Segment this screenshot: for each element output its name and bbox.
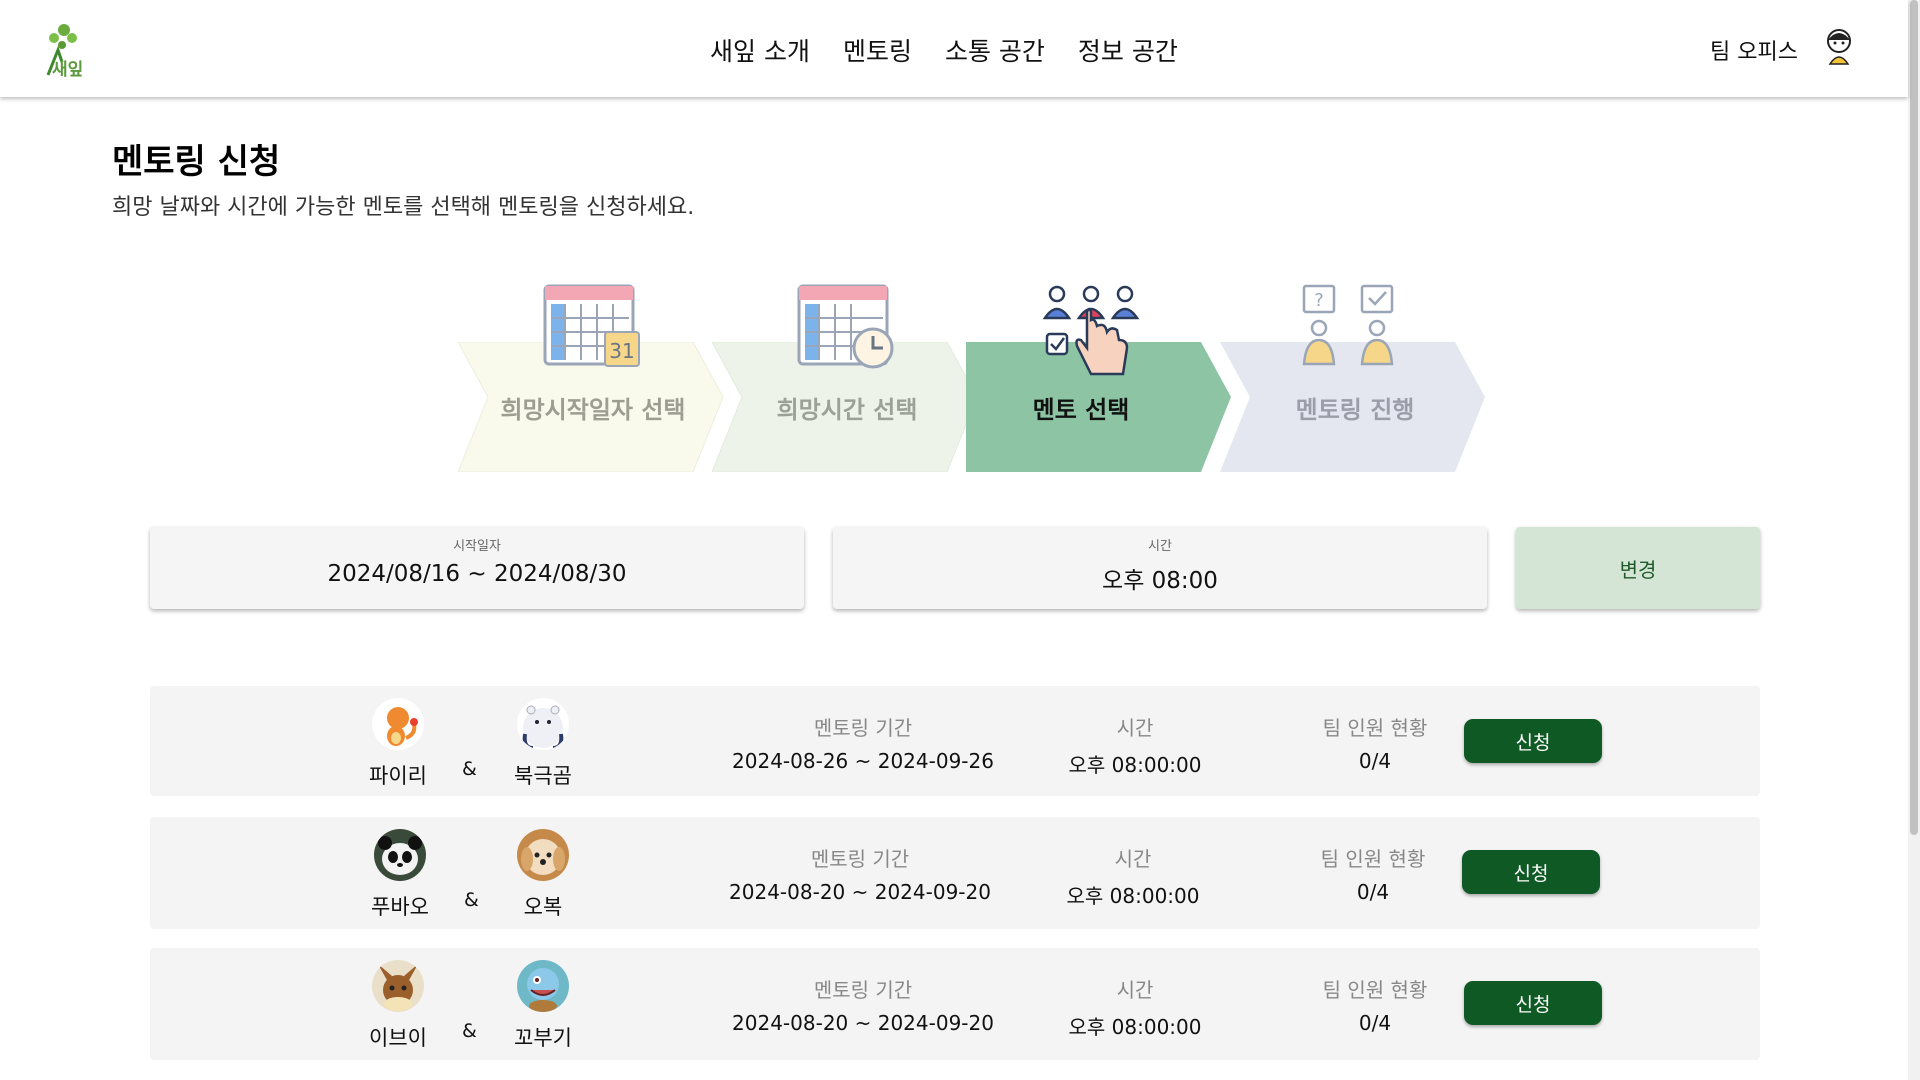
logo-text: 새잎 — [52, 60, 84, 80]
start-date-value: 2024/08/16 ~ 2024/08/30 — [327, 561, 627, 587]
time-label: 시간 — [1148, 539, 1172, 554]
mentor-avatar — [372, 960, 424, 1012]
top-header: 새잎 새잎 소개 멘토링 소통 공간 정보 공간 팀 오피스 — [0, 0, 1908, 97]
time-value: 오후 08:00:00 — [1068, 753, 1202, 777]
step-preferred-time: 희망시간 선택 — [712, 284, 977, 472]
step-select-mentor: 멘토 선택 — [966, 285, 1231, 472]
nav-mentoring[interactable]: 멘토링 — [843, 32, 912, 68]
mentor-name: 북극곰 — [514, 764, 572, 788]
main-nav: 새잎 소개 멘토링 소통 공간 정보 공간 — [710, 32, 1178, 68]
step-label: 멘토링 진행 — [1295, 396, 1415, 424]
period-value: 2024-08-20 ~ 2024-09-20 — [729, 880, 991, 904]
mentor-card[interactable]: 이브이 — [358, 960, 438, 1052]
time-header: 시간 — [1116, 716, 1154, 740]
nav-info[interactable]: 정보 공간 — [1078, 32, 1178, 68]
mentor-name: 오복 — [523, 895, 563, 919]
period-header: 멘토링 기간 — [813, 978, 913, 1002]
team-column: 팀 인원 현황 0/4 — [1300, 974, 1450, 1035]
mentor-card[interactable]: 북극곰 — [503, 698, 583, 790]
mentor-name: 푸바오 — [371, 895, 429, 919]
team-header: 팀 인원 현황 — [1320, 847, 1426, 871]
step-label: 희망시간 선택 — [776, 396, 918, 424]
svg-text:?: ? — [1314, 290, 1324, 311]
team-column: 팀 인원 현황 0/4 — [1300, 712, 1450, 773]
step-progress: 희망시작일자 선택 31 희망시간 선택 멘토 선택 멘토링 진행 ? — [458, 270, 1488, 485]
mentor-avatar — [517, 960, 569, 1012]
period-column: 멘토링 기간 2024-08-26 ~ 2024-09-26 — [713, 712, 1013, 773]
mentor-card[interactable]: 꼬부기 — [503, 960, 583, 1052]
mentor-card[interactable]: 오복 — [503, 829, 583, 921]
apply-button[interactable]: 신청 — [1464, 719, 1602, 763]
mentor-avatar — [372, 698, 424, 750]
page-title: 멘토링 신청 — [112, 142, 281, 182]
step-label: 희망시작일자 선택 — [500, 396, 686, 424]
step-label: 멘토 선택 — [1032, 396, 1130, 424]
start-date-label: 시작일자 — [453, 539, 501, 554]
time-header: 시간 — [1114, 847, 1152, 871]
team-column: 팀 인원 현황 0/4 — [1298, 843, 1448, 904]
page-subtitle: 희망 날짜와 시간에 가능한 멘토를 선택해 멘토링을 신청하세요. — [112, 195, 695, 220]
team-header: 팀 인원 현황 — [1322, 716, 1428, 740]
team-office-link[interactable]: 팀 오피스 — [1710, 34, 1798, 66]
time-column: 시간 오후 08:00:00 — [1035, 974, 1235, 1040]
period-value: 2024-08-20 ~ 2024-09-20 — [732, 1011, 994, 1035]
apply-button[interactable]: 신청 — [1462, 850, 1600, 894]
ampersand: & — [462, 758, 477, 780]
period-value: 2024-08-26 ~ 2024-09-26 — [732, 749, 994, 773]
mentor-avatar — [374, 829, 426, 881]
mentor-row: 이브이 & 꼬부기 멘토링 기간 2024-08-20 ~ 2024-09-20… — [150, 948, 1760, 1060]
period-column: 멘토링 기간 2024-08-20 ~ 2024-09-20 — [713, 974, 1013, 1035]
time-header: 시간 — [1116, 978, 1154, 1002]
step-start-date: 희망시작일자 선택 31 — [458, 284, 723, 472]
mentor-row: 푸바오 & 오복 멘토링 기간 2024-08-20 ~ 2024-09-20 … — [150, 817, 1760, 929]
scrollbar-thumb[interactable] — [1910, 0, 1918, 835]
mentor-name: 꼬부기 — [514, 1026, 572, 1050]
team-value: 0/4 — [1358, 1011, 1392, 1035]
mentor-row: 파이리 & 북극곰 멘토링 기간 2024-08-26 ~ 2024-09-26… — [150, 686, 1760, 796]
time-value: 오후 08:00:00 — [1066, 884, 1200, 908]
period-header: 멘토링 기간 — [813, 716, 913, 740]
mentor-avatar — [517, 829, 569, 881]
calendar-clock-icon — [797, 282, 897, 374]
time-value: 오후 08:00:00 — [1068, 1015, 1202, 1039]
mentoring-chat-icon: ? — [1300, 282, 1400, 376]
team-value: 0/4 — [1356, 880, 1390, 904]
mentor-name: 파이리 — [369, 764, 427, 788]
start-date-filter[interactable]: 시작일자 2024/08/16 ~ 2024/08/30 — [150, 527, 804, 609]
period-column: 멘토링 기간 2024-08-20 ~ 2024-09-20 — [710, 843, 1010, 904]
time-filter[interactable]: 시간 오후 08:00 — [833, 527, 1487, 609]
ampersand: & — [462, 1020, 477, 1042]
profile-avatar[interactable] — [1824, 28, 1854, 66]
time-column: 시간 오후 08:00:00 — [1033, 843, 1233, 909]
step-mentoring-progress: 멘토링 진행 ? — [1220, 284, 1485, 472]
team-header: 팀 인원 현황 — [1322, 978, 1428, 1002]
period-header: 멘토링 기간 — [810, 847, 910, 871]
ampersand: & — [464, 889, 479, 911]
mentor-select-icon — [1041, 282, 1141, 386]
calendar-icon: 31 — [543, 282, 643, 374]
time-column: 시간 오후 08:00:00 — [1035, 712, 1235, 778]
team-value: 0/4 — [1358, 749, 1392, 773]
apply-button[interactable]: 신청 — [1464, 981, 1602, 1025]
mentor-card[interactable]: 파이리 — [358, 698, 438, 790]
calendar-day: 31 — [609, 339, 634, 363]
change-button[interactable]: 변경 — [1516, 527, 1760, 609]
time-value: 오후 08:00 — [1102, 568, 1218, 594]
mentor-name: 이브이 — [369, 1026, 427, 1050]
nav-community[interactable]: 소통 공간 — [945, 32, 1045, 68]
nav-about[interactable]: 새잎 소개 — [710, 32, 810, 68]
mentor-avatar — [517, 698, 569, 750]
mentor-card[interactable]: 푸바오 — [360, 829, 440, 921]
